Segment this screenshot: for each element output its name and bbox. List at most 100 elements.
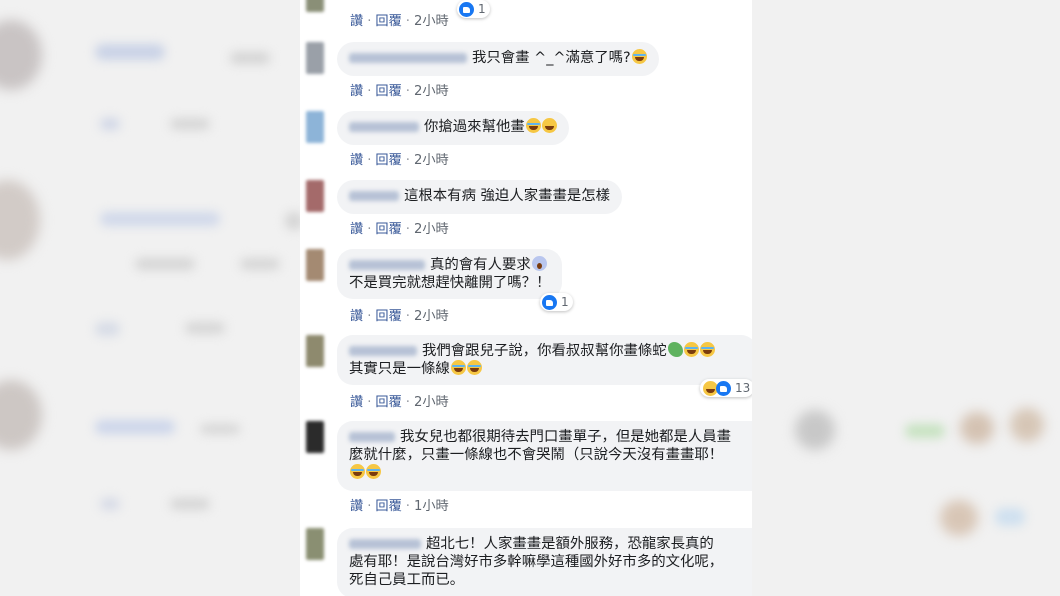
blurred-text [995, 508, 1025, 526]
reply-link[interactable]: 回覆 [375, 395, 401, 410]
comment: 我們會跟兒子說，你看叔叔幫你畫條蛇 其實只是一條線 13 讚 · 回覆 · 2小時 [306, 335, 752, 411]
laughing-crying-icon [683, 342, 699, 357]
commenter-name[interactable] [349, 346, 417, 356]
comment-text: 你搶過來幫他畫 [424, 119, 525, 135]
like-link[interactable]: 讚 [350, 14, 363, 29]
commenter-name[interactable] [349, 191, 399, 201]
blurred-avatar [0, 20, 42, 90]
blurred-text [95, 322, 120, 336]
commenter-avatar[interactable] [306, 111, 324, 143]
separator: · [405, 153, 410, 168]
commenter-name[interactable] [349, 539, 421, 549]
comment: 真的會有人要求 不是買完就想趕快離開了嗎？！ 1 讚 · 回覆 · 2小時 [306, 249, 752, 325]
reply-link[interactable]: 回覆 [375, 153, 401, 168]
comment-bubble: 超北七！人家畫畫是額外服務，恐龍家長真的 處有耶！是說台灣好市多幹嘛學這種國外好… [337, 528, 752, 596]
reaction-summary[interactable]: 1 [540, 293, 573, 311]
timestamp[interactable]: 2小時 [414, 222, 449, 237]
commenter-name[interactable] [349, 260, 425, 270]
comment-text-line: 死自己員工而已。 [349, 572, 465, 588]
blurred-text [135, 258, 195, 270]
commenter-avatar[interactable] [306, 0, 324, 12]
comment-actions: 讚 · 回覆 · 2小時 [350, 10, 449, 29]
blurred-text [185, 322, 225, 334]
reply-link[interactable]: 回覆 [375, 309, 401, 324]
comment-text-line: 我們會跟兒子說，你看叔叔幫你畫條蛇 [422, 343, 667, 359]
laughing-crying-icon [450, 360, 466, 375]
rolling-laughing-icon [366, 464, 381, 479]
separator: · [367, 153, 372, 168]
grinning-icon [541, 118, 557, 133]
comment-text-line: 處有耶！是說台灣好市多幹嘛學這種國外好市多的文化呢， [349, 554, 724, 570]
comment: 我只會畫 ^_^滿意了嗎? 讚 · 回覆 · 2小時 [306, 42, 752, 99]
commenter-avatar[interactable] [306, 180, 324, 212]
laughing-crying-icon [699, 342, 715, 357]
like-icon [542, 294, 557, 310]
like-link[interactable]: 讚 [350, 499, 363, 514]
timestamp[interactable]: 2小時 [414, 84, 449, 99]
comment: 你搶過來幫他畫 讚 · 回覆 · 2小時 [306, 111, 752, 168]
like-link[interactable]: 讚 [350, 395, 363, 410]
snake-icon [667, 342, 683, 357]
comment: 讚 · 回覆 · 2小時 1 [306, 0, 752, 30]
blurred-text [200, 424, 240, 434]
blurred-text [100, 118, 120, 130]
timestamp[interactable]: 2小時 [414, 309, 449, 324]
comment-text: 我只會畫 ^_^滿意了嗎? [472, 50, 631, 66]
comment-text-line: 我女兒也都很期待去門口畫單子，但是她都是人員畫 [400, 429, 731, 445]
comment-actions: 讚 · 回覆 · 2小時 [350, 149, 449, 168]
timestamp[interactable]: 2小時 [414, 153, 449, 168]
separator: · [367, 499, 372, 514]
blurred-text [95, 420, 175, 434]
comment-text: 這根本有病 強迫人家畫畫是怎樣 [404, 188, 611, 204]
blurred-avatar [0, 180, 40, 260]
comment-text-line: 麼就什麼，只畫一條線也不會哭鬧（只說今天沒有畫畫耶！ [349, 447, 724, 463]
like-link[interactable]: 讚 [350, 84, 363, 99]
separator: · [405, 395, 410, 410]
comment-text-line: 真的會有人要求 [430, 257, 531, 273]
comment-actions: 讚 · 回覆 · 2小時 [350, 305, 449, 324]
comment-actions: 讚 · 回覆 · 2小時 [350, 391, 449, 410]
reaction-summary[interactable]: 1 [457, 0, 490, 18]
comment-bubble: 這根本有病 強迫人家畫畫是怎樣 [337, 180, 623, 214]
blurred-avatar [795, 410, 835, 450]
laughing-crying-icon [466, 360, 482, 375]
blurred-text [100, 498, 120, 510]
rolling-laughing-icon [525, 118, 541, 133]
commenter-avatar[interactable] [306, 249, 324, 281]
reaction-summary[interactable]: 13 [700, 379, 752, 397]
reply-link[interactable]: 回覆 [375, 14, 401, 29]
like-link[interactable]: 讚 [350, 153, 363, 168]
separator: · [405, 84, 410, 99]
like-link[interactable]: 讚 [350, 309, 363, 324]
like-icon [459, 1, 474, 17]
separator: · [405, 309, 410, 324]
comment: 我女兒也都很期待去門口畫單子，但是她都是人員畫 麼就什麼，只畫一條線也不會哭鬧（… [306, 421, 752, 517]
commenter-avatar[interactable] [306, 528, 324, 560]
timestamp[interactable]: 2小時 [414, 395, 449, 410]
commenter-avatar[interactable] [306, 421, 324, 453]
commenter-name[interactable] [349, 432, 395, 442]
comment-bubble: 真的會有人要求 不是買完就想趕快離開了嗎？！ [337, 249, 563, 299]
blurred-text [905, 424, 945, 438]
comment-text-line: 超北七！人家畫畫是額外服務，恐龍家長真的 [426, 536, 714, 552]
blurred-text [95, 44, 165, 60]
commenter-avatar[interactable] [306, 42, 324, 74]
commenter-name[interactable] [349, 53, 467, 63]
comment-text-line: 其實只是一條線 [349, 361, 450, 377]
like-link[interactable]: 讚 [350, 222, 363, 237]
reply-link[interactable]: 回覆 [375, 84, 401, 99]
comment-bubble: 我女兒也都很期待去門口畫單子，但是她都是人員畫 麼就什麼，只畫一條線也不會哭鬧（… [337, 421, 752, 491]
timestamp[interactable]: 2小時 [414, 14, 449, 29]
commenter-name[interactable] [349, 122, 419, 132]
reply-link[interactable]: 回覆 [375, 499, 401, 514]
timestamp[interactable]: 1小時 [414, 499, 449, 514]
blurred-text [170, 118, 210, 130]
blurred-avatar [0, 380, 42, 450]
reply-link[interactable]: 回覆 [375, 222, 401, 237]
blurred-text [100, 212, 220, 226]
blurred-avatar [940, 500, 978, 536]
commenter-avatar[interactable] [306, 335, 324, 367]
separator: · [367, 222, 372, 237]
rolling-laughing-icon [350, 464, 365, 479]
blurred-text [170, 498, 210, 510]
